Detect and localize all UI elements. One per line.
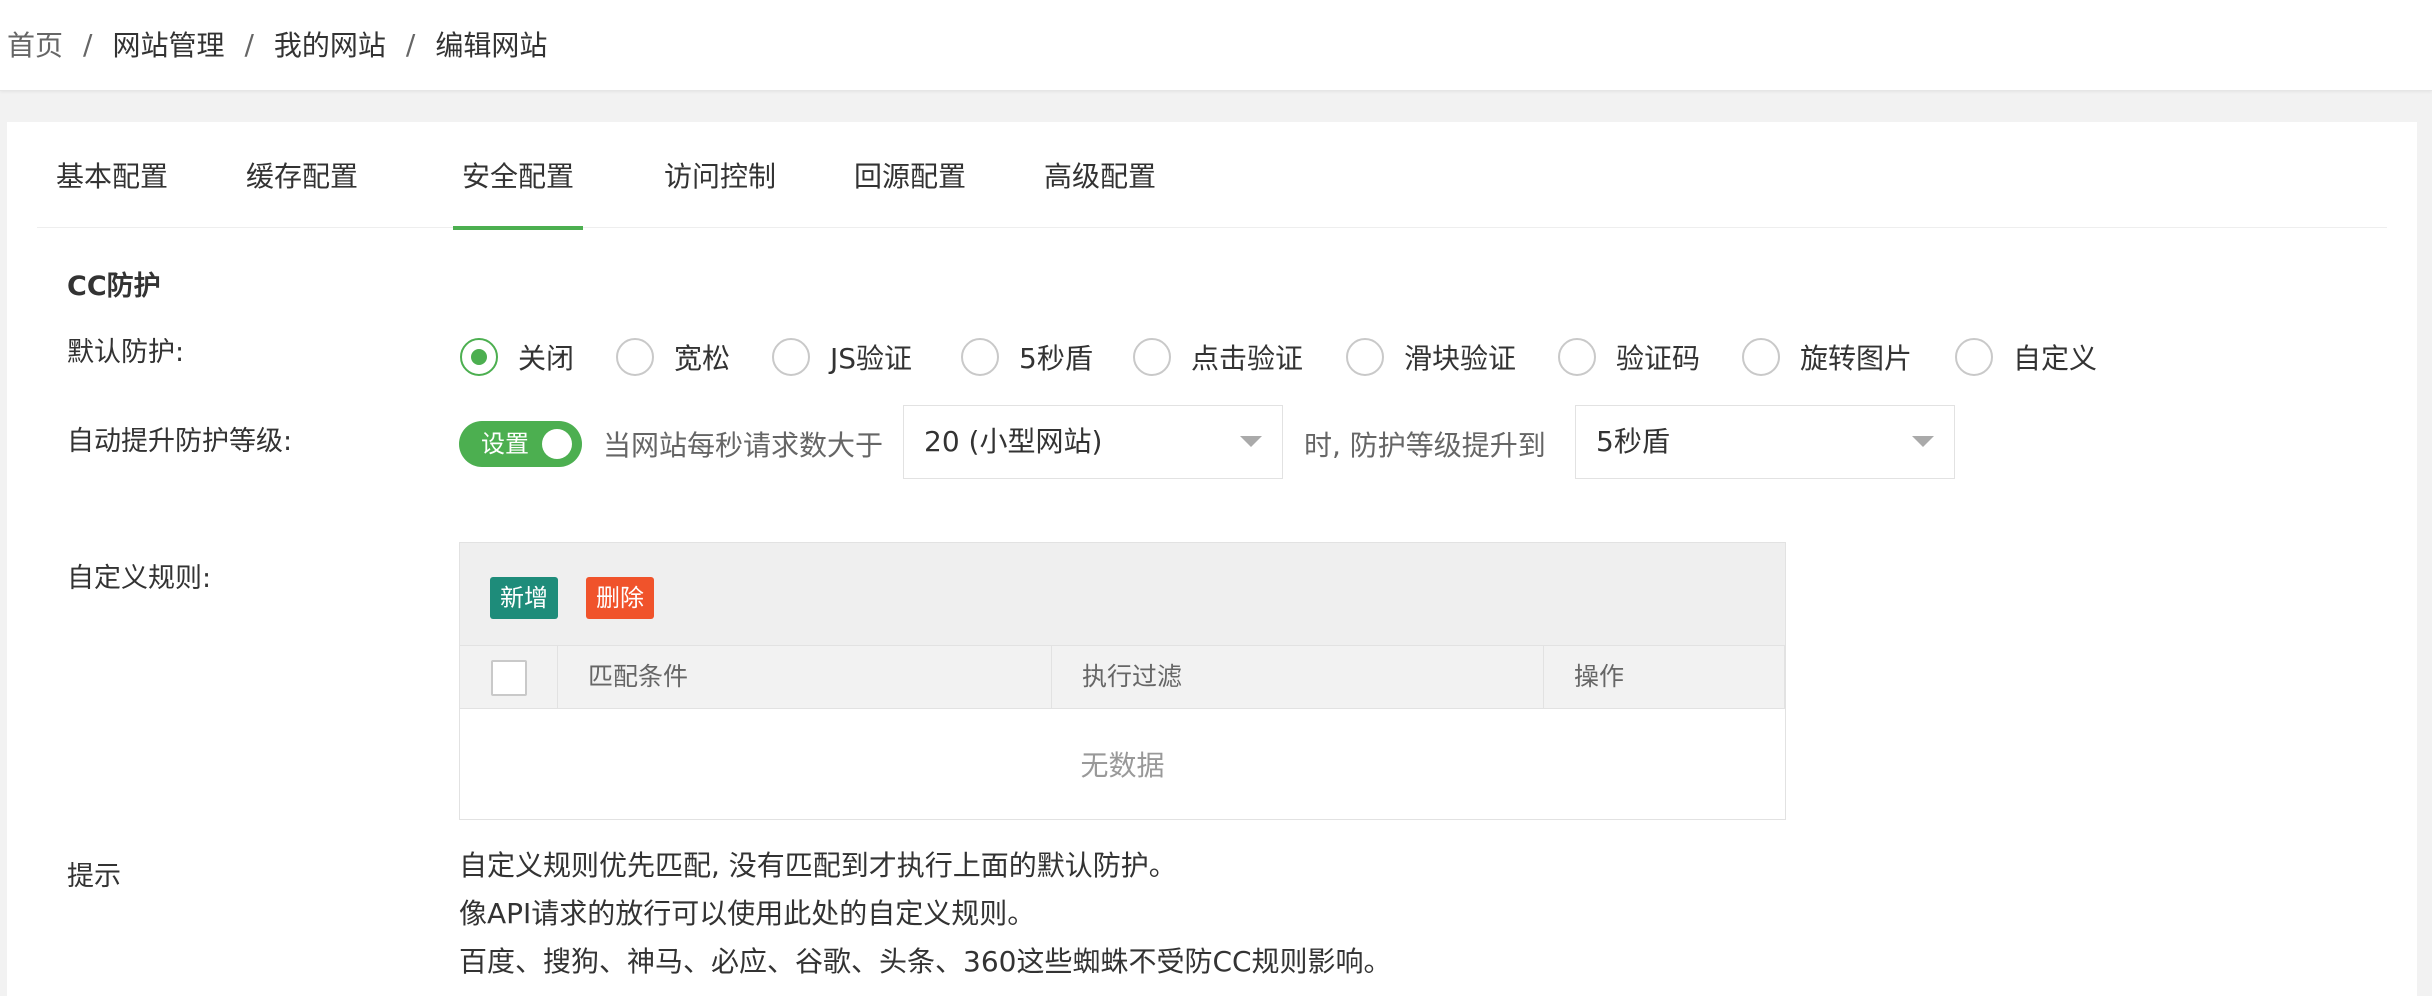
breadcrumb-site-management[interactable]: 网站管理 (112, 24, 224, 64)
breadcrumb-separator: / (244, 27, 254, 61)
tip-line: 百度、搜狗、神马、必应、谷歌、头条、360这些蜘蛛不受防CC规则影响。 (459, 945, 1392, 978)
main-card: 基本配置 缓存配置 安全配置 访问控制 回源配置 高级配置 CC防护 默认防护:… (7, 122, 2417, 996)
radio-custom[interactable]: 自定义 (1955, 332, 2097, 382)
radio-captcha[interactable]: 验证码 (1558, 332, 1700, 382)
caret-down-icon (1240, 436, 1262, 447)
radio-label: 滑块验证 (1404, 342, 1517, 375)
radio-js-verify[interactable]: JS验证 (772, 332, 912, 382)
toggle-knob (542, 429, 572, 459)
default-protection-label: 默认防护: (67, 337, 185, 368)
caret-down-icon (1912, 436, 1934, 447)
tab-access-control[interactable]: 访问控制 (645, 122, 795, 228)
radio-label: 旋转图片 (1800, 342, 1913, 375)
section-title-cc: CC防护 (67, 271, 161, 302)
rules-table-header: 匹配条件 执行过滤 操作 (460, 645, 1785, 709)
radio-unchecked-icon (961, 338, 999, 376)
empty-state-text: 无数据 (1080, 749, 1165, 782)
radio-rotate-image[interactable]: 旋转图片 (1742, 332, 1912, 382)
level-selected-value: 5秒盾 (1596, 425, 1670, 458)
custom-rules-table: 新增 删除 匹配条件 执行过滤 操作 无数据 (459, 542, 1786, 820)
column-header-filter-action: 执行过滤 (1052, 646, 1544, 708)
breadcrumb-my-sites[interactable]: 我的网站 (274, 24, 386, 64)
radio-label: 宽松 (674, 342, 731, 375)
column-header-operation: 操作 (1544, 646, 1785, 708)
threshold-selected-value: 20 (小型网站) (924, 425, 1103, 458)
radio-click-verify[interactable]: 点击验证 (1133, 332, 1303, 382)
tab-security-config[interactable]: 安全配置 (453, 122, 583, 230)
tab-label: 高级配置 (1043, 160, 1156, 193)
column-header-match-condition: 匹配条件 (558, 646, 1052, 708)
rules-toolbar: 新增 删除 (460, 543, 1785, 645)
tip-line: 像API请求的放行可以使用此处的自定义规则。 (459, 897, 1036, 930)
add-rule-button[interactable]: 新增 (490, 577, 558, 619)
radio-unchecked-icon (1346, 338, 1384, 376)
auto-raise-label: 自动提升防护等级: (67, 426, 293, 457)
header-checkbox-cell (460, 646, 558, 708)
tab-label: 基本配置 (55, 160, 168, 193)
tips-label: 提示 (67, 861, 121, 892)
radio-5s-shield[interactable]: 5秒盾 (961, 332, 1093, 382)
select-all-checkbox[interactable] (491, 660, 527, 696)
radio-unchecked-icon (1955, 338, 1993, 376)
breadcrumb-separator: / (83, 27, 93, 61)
radio-label: 点击验证 (1191, 342, 1304, 375)
radio-loose[interactable]: 宽松 (616, 332, 730, 382)
top-bar: 首页 / 网站管理 / 我的网站 / 编辑网站 (0, 0, 2432, 91)
tab-label: 安全配置 (461, 160, 574, 193)
tab-cache-config[interactable]: 缓存配置 (227, 122, 377, 228)
radio-unchecked-icon (1742, 338, 1780, 376)
radio-label: 5秒盾 (1019, 342, 1093, 375)
radio-checked-icon (460, 338, 498, 376)
breadcrumb-edit-site: 编辑网站 (435, 29, 548, 62)
active-tab-indicator (453, 226, 583, 230)
breadcrumb: 首页 / 网站管理 / 我的网站 / 编辑网站 (7, 24, 547, 64)
auto-raise-toggle[interactable]: 设置 (459, 421, 582, 467)
radio-unchecked-icon (616, 338, 654, 376)
tab-origin-config[interactable]: 回源配置 (835, 122, 985, 228)
tab-basic-config[interactable]: 基本配置 (37, 122, 187, 228)
level-prefix-text: 时, 防护等级提升到 (1304, 429, 1546, 462)
radio-unchecked-icon (1558, 338, 1596, 376)
level-select[interactable]: 5秒盾 (1575, 405, 1955, 479)
breadcrumb-home[interactable]: 首页 (7, 24, 63, 64)
tab-label: 访问控制 (663, 160, 776, 193)
tab-bar: 基本配置 缓存配置 安全配置 访问控制 回源配置 高级配置 (37, 122, 2387, 230)
toggle-label: 设置 (481, 430, 529, 458)
threshold-select[interactable]: 20 (小型网站) (903, 405, 1283, 479)
radio-label: 自定义 (2013, 342, 2098, 375)
breadcrumb-separator: / (405, 27, 416, 61)
custom-rules-label: 自定义规则: (67, 563, 212, 594)
radio-label: 验证码 (1616, 342, 1701, 375)
threshold-prefix-text: 当网站每秒请求数大于 (603, 429, 884, 462)
radio-unchecked-icon (772, 338, 810, 376)
tab-label: 缓存配置 (245, 160, 358, 193)
radio-slider-verify[interactable]: 滑块验证 (1346, 332, 1516, 382)
radio-off[interactable]: 关闭 (460, 332, 574, 382)
tab-label: 回源配置 (853, 160, 966, 193)
radio-unchecked-icon (1133, 338, 1171, 376)
radio-label: 关闭 (518, 342, 575, 375)
radio-label: JS验证 (830, 342, 913, 375)
tab-advanced-config[interactable]: 高级配置 (1025, 122, 1175, 228)
delete-rule-button[interactable]: 删除 (586, 577, 654, 619)
tip-line: 自定义规则优先匹配, 没有匹配到才执行上面的默认防护。 (459, 849, 1177, 882)
